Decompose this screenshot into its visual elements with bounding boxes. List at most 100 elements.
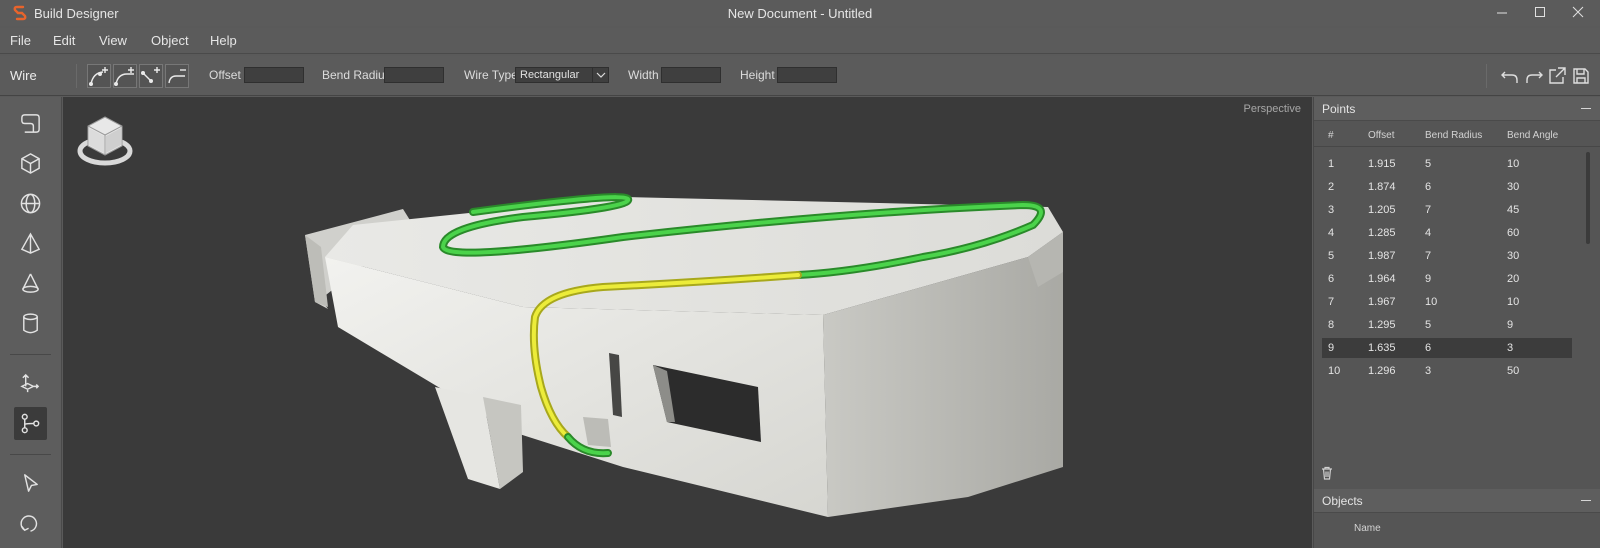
point-bend-angle: 50 bbox=[1507, 365, 1520, 377]
box-tool-button[interactable] bbox=[14, 147, 47, 180]
remove-point-icon bbox=[168, 69, 186, 84]
menu-object[interactable]: Object bbox=[151, 33, 189, 48]
points-scrollbar[interactable] bbox=[1586, 152, 1590, 244]
point-bend-angle: 20 bbox=[1507, 273, 1520, 285]
transform-tool-button[interactable] bbox=[14, 367, 47, 400]
sketch-tool-button[interactable] bbox=[14, 107, 47, 140]
bend-radius-input[interactable] bbox=[384, 67, 444, 83]
point-index: 5 bbox=[1328, 250, 1335, 262]
add-point-icon bbox=[89, 67, 108, 86]
points-table-row[interactable]: 2 1.874 6 30 bbox=[1322, 177, 1572, 197]
chevron-down-icon bbox=[596, 72, 606, 78]
col-header-bend-radius: Bend Radius bbox=[1425, 130, 1483, 141]
points-table-row[interactable]: 5 1.987 7 30 bbox=[1322, 246, 1572, 266]
sphere-tool-button[interactable] bbox=[14, 187, 47, 220]
point-bend-radius: 7 bbox=[1425, 250, 1432, 262]
pyramid-tool-button[interactable] bbox=[14, 227, 47, 260]
add-bend-button[interactable] bbox=[113, 64, 137, 88]
cone-tool-button[interactable] bbox=[14, 267, 47, 300]
col-header-bend-angle: Bend Angle bbox=[1507, 130, 1559, 141]
point-bend-angle: 30 bbox=[1507, 181, 1520, 193]
point-index: 3 bbox=[1328, 204, 1335, 216]
redo-button[interactable] bbox=[1524, 66, 1544, 86]
wire-toolbar: Wire Offset Bend Radius Wire Type Rectan… bbox=[0, 56, 1600, 96]
toolbar-divider bbox=[10, 454, 51, 455]
point-bend-radius: 10 bbox=[1425, 296, 1438, 308]
points-table-row[interactable]: 1 1.915 5 10 bbox=[1322, 154, 1572, 174]
save-icon bbox=[1573, 68, 1589, 84]
points-table-row[interactable]: 3 1.205 7 45 bbox=[1322, 200, 1572, 220]
undo-button[interactable] bbox=[1500, 66, 1520, 86]
right-panel: Points # Offset Bend Radius Bend Angle 1… bbox=[1313, 97, 1600, 548]
points-table-row[interactable]: 7 1.967 10 10 bbox=[1322, 292, 1572, 312]
points-table-row[interactable]: 6 1.964 9 20 bbox=[1322, 269, 1572, 289]
close-button[interactable] bbox=[1567, 3, 1589, 23]
wire-type-dropdown-toggle[interactable] bbox=[592, 68, 608, 82]
toolbar-divider bbox=[76, 64, 77, 88]
offset-label: Offset bbox=[209, 68, 241, 82]
point-bend-angle: 3 bbox=[1507, 342, 1514, 354]
points-table-row[interactable]: 10 1.296 3 50 bbox=[1322, 361, 1572, 381]
objects-col-header-name: Name bbox=[1354, 523, 1381, 534]
menu-view[interactable]: View bbox=[99, 33, 127, 48]
point-bend-radius: 9 bbox=[1425, 273, 1432, 285]
maximize-icon bbox=[1535, 7, 1545, 17]
menu-file[interactable]: File bbox=[10, 33, 31, 48]
points-table-row[interactable]: 4 1.285 4 60 bbox=[1322, 223, 1572, 243]
point-bend-angle: 60 bbox=[1507, 227, 1520, 239]
height-input[interactable] bbox=[777, 67, 837, 83]
delete-point-icon[interactable] bbox=[1319, 465, 1335, 481]
point-offset: 1.964 bbox=[1368, 273, 1396, 285]
menu-edit[interactable]: Edit bbox=[53, 33, 75, 48]
point-bend-angle: 10 bbox=[1507, 296, 1520, 308]
add-segment-button[interactable] bbox=[139, 64, 163, 88]
width-input[interactable] bbox=[661, 67, 721, 83]
height-label: Height bbox=[740, 68, 775, 82]
point-offset: 1.635 bbox=[1368, 342, 1396, 354]
maximize-button[interactable] bbox=[1529, 3, 1551, 23]
export-icon bbox=[1549, 67, 1566, 84]
point-index: 1 bbox=[1328, 158, 1335, 170]
points-table-row[interactable]: 8 1.295 5 9 bbox=[1322, 315, 1572, 335]
toolbar-divider bbox=[10, 354, 51, 355]
point-index: 9 bbox=[1328, 342, 1335, 354]
point-bend-radius: 3 bbox=[1425, 365, 1432, 377]
pyramid-icon bbox=[20, 232, 41, 254]
point-bend-angle: 45 bbox=[1507, 204, 1520, 216]
cone-icon bbox=[22, 273, 39, 293]
export-button[interactable] bbox=[1547, 66, 1567, 86]
point-index: 7 bbox=[1328, 296, 1335, 308]
wire-type-value: Rectangular bbox=[520, 69, 580, 81]
menu-bar: File Edit View Object Help bbox=[0, 28, 1600, 54]
rotate-icon bbox=[20, 515, 38, 532]
remove-point-button[interactable] bbox=[165, 64, 189, 88]
add-segment-icon bbox=[141, 67, 160, 83]
save-button[interactable] bbox=[1571, 66, 1591, 86]
points-table-row[interactable]: 9 1.635 6 3 bbox=[1322, 338, 1572, 358]
points-panel-title: Points bbox=[1322, 102, 1356, 116]
wire-tool-button[interactable] bbox=[14, 407, 47, 440]
offset-input[interactable] bbox=[244, 67, 304, 83]
point-bend-angle: 30 bbox=[1507, 250, 1520, 262]
wire-type-select[interactable]: Rectangular bbox=[515, 67, 609, 83]
point-bend-radius: 6 bbox=[1425, 342, 1432, 354]
cylinder-tool-button[interactable] bbox=[14, 307, 47, 340]
point-bend-angle: 9 bbox=[1507, 319, 1514, 331]
3d-viewport[interactable]: Perspective bbox=[63, 97, 1312, 548]
point-index: 6 bbox=[1328, 273, 1335, 285]
select-tool-button[interactable] bbox=[14, 467, 47, 500]
point-offset: 1.915 bbox=[1368, 158, 1396, 170]
model-viewport-scene bbox=[305, 193, 1063, 517]
point-bend-angle: 10 bbox=[1507, 158, 1520, 170]
menu-help[interactable]: Help bbox=[210, 33, 237, 48]
point-index: 2 bbox=[1328, 181, 1335, 193]
select-icon bbox=[24, 474, 38, 492]
wire-icon bbox=[21, 413, 40, 434]
objects-panel-collapse-button[interactable] bbox=[1581, 500, 1591, 501]
points-panel-collapse-button[interactable] bbox=[1581, 108, 1591, 109]
toolbar-mode-label: Wire bbox=[10, 68, 37, 83]
add-point-button[interactable] bbox=[87, 64, 111, 88]
rotate-tool-button[interactable] bbox=[14, 507, 47, 540]
bend-radius-label: Bend Radius bbox=[322, 68, 391, 82]
minimize-button[interactable] bbox=[1491, 3, 1513, 23]
